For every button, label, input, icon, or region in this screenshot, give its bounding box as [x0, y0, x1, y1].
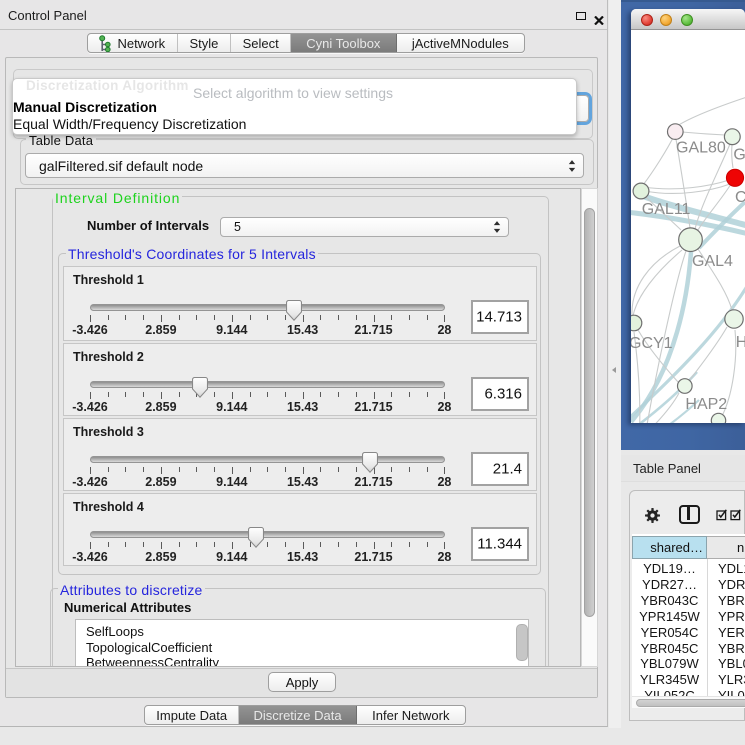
svg-text:GAL11: GAL11 — [642, 201, 691, 218]
svg-text:GAL4: GAL4 — [692, 253, 733, 270]
svg-text:C: C — [735, 189, 745, 206]
svg-text:GA: GA — [733, 147, 745, 164]
svg-text:GCY1: GCY1 — [631, 335, 673, 352]
svg-text:GAL80: GAL80 — [676, 140, 726, 157]
svg-text:HAP2: HAP2 — [685, 396, 727, 413]
svg-text:H: H — [736, 334, 745, 351]
